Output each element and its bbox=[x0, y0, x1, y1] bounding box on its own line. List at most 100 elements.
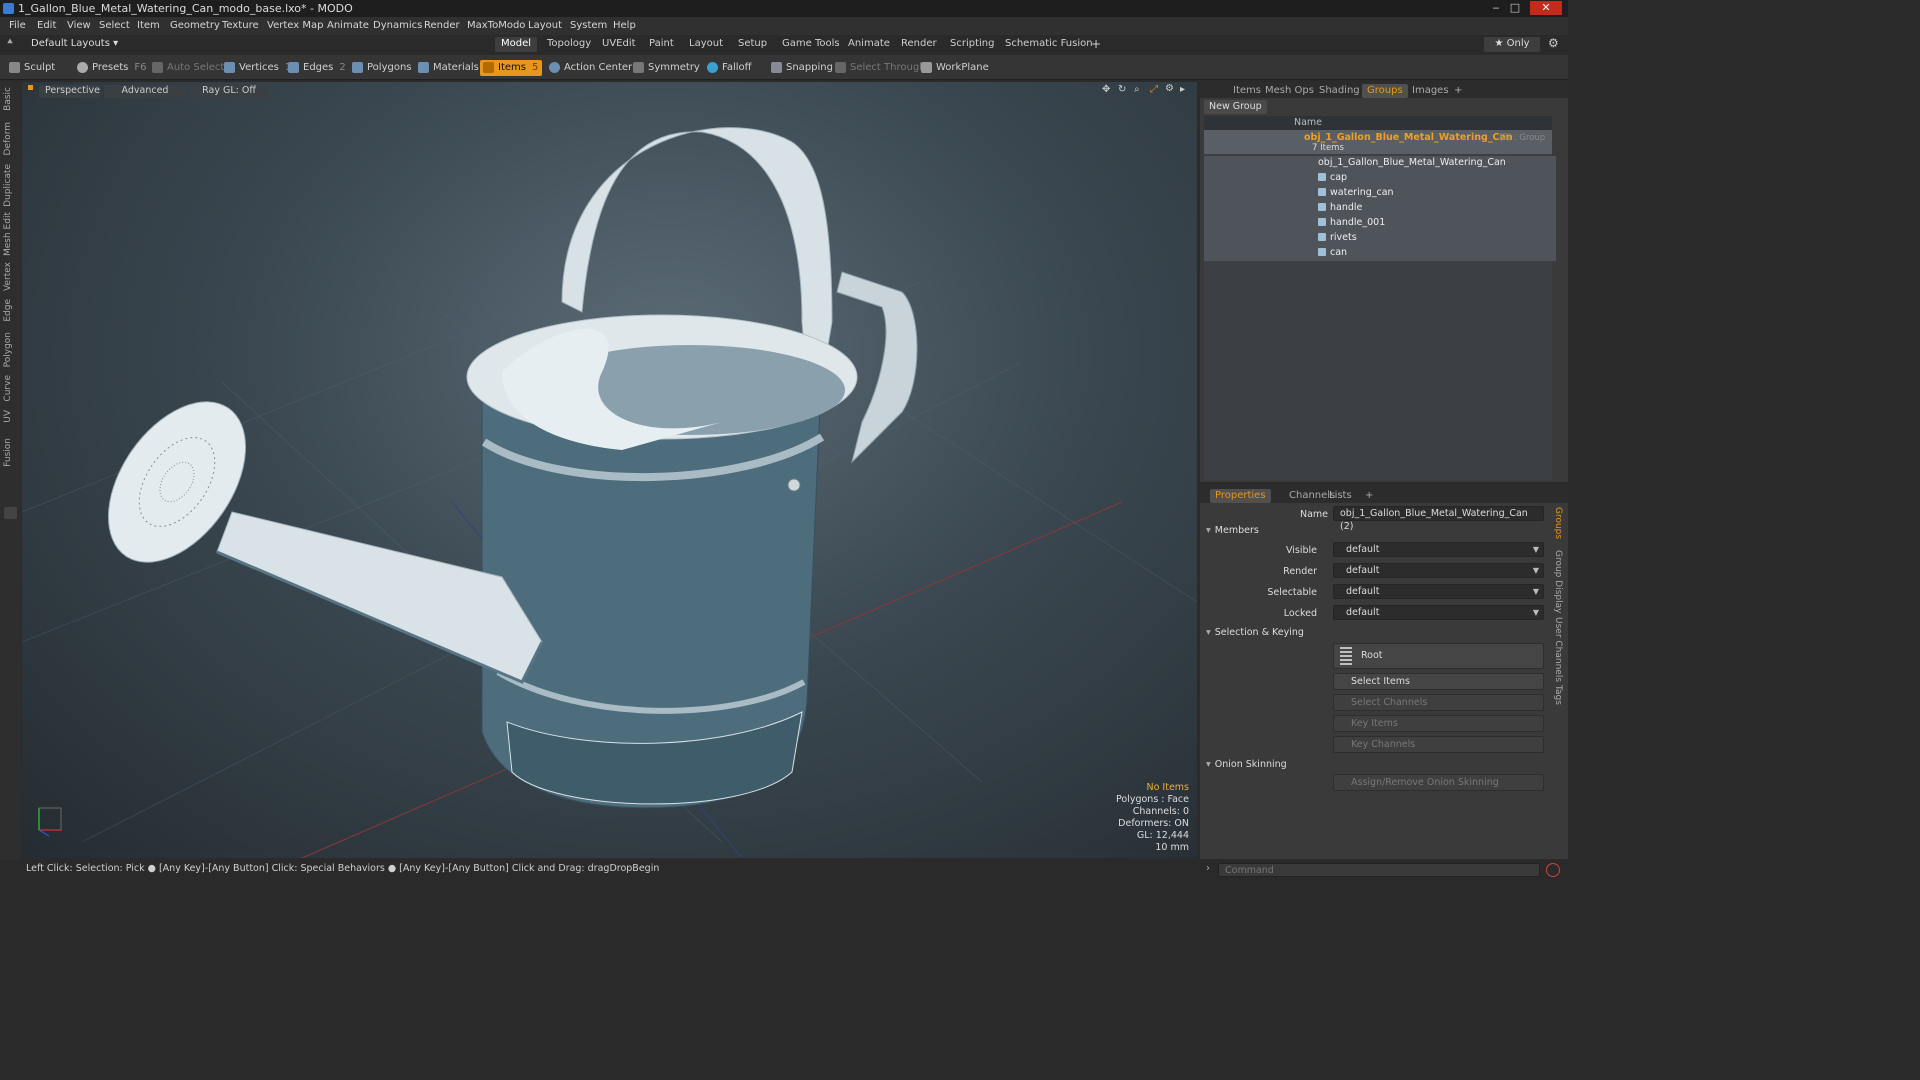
menu-item[interactable]: Item bbox=[137, 20, 160, 31]
vtab-basic[interactable]: Basic bbox=[3, 87, 17, 111]
sidetab-tags[interactable]: Tags bbox=[1549, 685, 1563, 705]
record-icon[interactable] bbox=[1546, 863, 1560, 877]
shading-advanced-dropdown[interactable]: Advanced bbox=[104, 85, 186, 98]
items-button[interactable]: Items 5 bbox=[480, 60, 542, 76]
menu-layout[interactable]: Layout bbox=[528, 20, 562, 31]
vtab-duplicate[interactable]: Duplicate bbox=[3, 164, 17, 207]
menu-maxtomodo[interactable]: MaxToModo bbox=[467, 20, 525, 31]
tab-game-tools[interactable]: Game Tools bbox=[776, 37, 846, 52]
tab-images[interactable]: Images bbox=[1407, 84, 1454, 98]
viewport-expand-icon[interactable]: ▸ bbox=[1180, 84, 1185, 95]
layout-pin-icon[interactable]: ⯅ bbox=[6, 37, 14, 48]
tree-item[interactable]: rivets bbox=[1204, 231, 1556, 246]
vtab-fusion[interactable]: Fusion bbox=[3, 438, 17, 467]
root-button[interactable]: Root bbox=[1333, 643, 1544, 669]
sculpt-button[interactable]: Sculpt bbox=[6, 60, 59, 76]
command-input[interactable] bbox=[1218, 863, 1540, 877]
sidetab-groups[interactable]: Groups bbox=[1549, 507, 1563, 539]
menu-file[interactable]: File bbox=[9, 20, 26, 31]
symmetry-button[interactable]: Symmetry bbox=[630, 60, 704, 76]
tree-item[interactable]: obj_1_Gallon_Blue_Metal_Watering_Can bbox=[1204, 156, 1556, 171]
render-dropdown[interactable]: default ▼ bbox=[1333, 563, 1544, 578]
zoom-icon[interactable]: ⌕ bbox=[1134, 84, 1140, 95]
tab-schematic-fusion[interactable]: Schematic Fusion bbox=[999, 37, 1099, 52]
tab-topology[interactable]: Topology bbox=[541, 37, 597, 52]
viewport-menu-icon[interactable] bbox=[28, 85, 33, 90]
tab-groups[interactable]: Groups bbox=[1362, 84, 1408, 98]
tree-item[interactable]: handle bbox=[1204, 201, 1556, 216]
selectable-dropdown[interactable]: default ▼ bbox=[1333, 584, 1544, 599]
menu-geometry[interactable]: Geometry bbox=[170, 20, 220, 31]
tab-render[interactable]: Render bbox=[895, 37, 943, 52]
action-center-button[interactable]: Action Center bbox=[546, 60, 636, 76]
menu-help[interactable]: Help bbox=[613, 20, 636, 31]
members-section[interactable]: Members bbox=[1206, 525, 1259, 536]
tab-uvedit[interactable]: UVEdit bbox=[596, 37, 642, 52]
menu-edit[interactable]: Edit bbox=[37, 20, 56, 31]
gear-icon[interactable]: ⚙ bbox=[1548, 36, 1559, 50]
menu-vertex-map[interactable]: Vertex Map bbox=[267, 20, 323, 31]
vtab-curve[interactable]: Curve bbox=[3, 375, 17, 402]
tab-paint[interactable]: Paint bbox=[643, 37, 680, 52]
edges-button[interactable]: Edges 2 bbox=[285, 60, 350, 76]
minimize-button[interactable]: ‒ bbox=[1487, 1, 1505, 15]
onion-skinning-section[interactable]: Onion Skinning bbox=[1206, 759, 1287, 770]
rotate-icon[interactable]: ↻ bbox=[1118, 84, 1126, 95]
vtab-vertex[interactable]: Vertex bbox=[3, 262, 17, 291]
vtab-uv[interactable]: UV bbox=[3, 410, 17, 423]
viewport-settings-icon[interactable]: ⚙ bbox=[1165, 83, 1174, 94]
only-toggle[interactable]: ★ Only bbox=[1484, 37, 1540, 52]
tab-scripting[interactable]: Scripting bbox=[944, 37, 1000, 52]
menu-texture[interactable]: Texture bbox=[222, 20, 259, 31]
assign-onion-skinning-button[interactable]: Assign/Remove Onion Skinning bbox=[1333, 774, 1544, 791]
tab-layout[interactable]: Layout bbox=[683, 37, 729, 52]
select-channels-button[interactable]: Select Channels bbox=[1333, 694, 1544, 711]
select-through-button[interactable]: Select Through bbox=[832, 60, 930, 76]
new-group-button[interactable]: New Group bbox=[1204, 100, 1267, 114]
menu-animate[interactable]: Animate bbox=[327, 20, 369, 31]
menu-select[interactable]: Select bbox=[99, 20, 130, 31]
tree-item[interactable]: handle_001 bbox=[1204, 216, 1556, 231]
sidetab-group-display[interactable]: Group Display bbox=[1549, 550, 1563, 613]
3d-viewport[interactable]: Perspective Advanced Ray GL: Off ✥ ↻ ⌕ ⤢… bbox=[22, 82, 1197, 858]
tree-item[interactable]: cap bbox=[1204, 171, 1556, 186]
sidetab-user-channels[interactable]: User Channels bbox=[1549, 617, 1563, 682]
falloff-button[interactable]: Falloff bbox=[704, 60, 756, 76]
vtab-mesh-edit[interactable]: Mesh Edit bbox=[3, 212, 17, 256]
workplane-button[interactable]: WorkPlane bbox=[918, 60, 993, 76]
add-properties-tab[interactable]: + bbox=[1360, 489, 1378, 503]
menu-system[interactable]: System bbox=[570, 20, 607, 31]
add-tab-button[interactable]: + bbox=[1085, 37, 1107, 52]
name-field[interactable]: obj_1_Gallon_Blue_Metal_Watering_Can (2) bbox=[1333, 506, 1544, 532]
maximize-button[interactable]: □ bbox=[1506, 1, 1524, 15]
selection-keying-section[interactable]: Selection & Keying bbox=[1206, 627, 1304, 638]
locked-dropdown[interactable]: default ▼ bbox=[1333, 605, 1544, 620]
pan-icon[interactable]: ✥ bbox=[1102, 84, 1110, 95]
menu-dynamics[interactable]: Dynamics bbox=[373, 20, 422, 31]
key-channels-button[interactable]: Key Channels bbox=[1333, 736, 1544, 753]
select-items-button[interactable]: Select Items bbox=[1333, 673, 1544, 690]
key-items-button[interactable]: Key Items bbox=[1333, 715, 1544, 732]
polygons-button[interactable]: Polygons bbox=[349, 60, 416, 76]
tab-lists[interactable]: Lists bbox=[1324, 489, 1357, 503]
default-layouts-dropdown[interactable]: Default Layouts ▾ bbox=[31, 38, 118, 49]
root-group-row[interactable]: obj_1_Gallon_Blue_Metal_Watering_Can (2)… bbox=[1204, 130, 1552, 154]
tree-item[interactable]: can bbox=[1204, 246, 1556, 261]
materials-button[interactable]: Materials bbox=[415, 60, 483, 76]
close-button[interactable]: ✕ bbox=[1530, 1, 1562, 15]
raygl-toggle[interactable]: Ray GL: Off bbox=[189, 85, 269, 98]
tree-item[interactable]: watering_can bbox=[1204, 186, 1556, 201]
presets-button[interactable]: Presets F6 bbox=[74, 60, 151, 76]
fit-view-icon[interactable]: ⤢ bbox=[1150, 84, 1158, 95]
view-perspective-dropdown[interactable]: Perspective bbox=[39, 85, 101, 98]
vtab-polygon[interactable]: Polygon bbox=[3, 332, 17, 367]
menu-view[interactable]: View bbox=[67, 20, 91, 31]
tab-properties[interactable]: Properties bbox=[1210, 489, 1271, 503]
vtab-edge[interactable]: Edge bbox=[3, 299, 17, 322]
tab-animate[interactable]: Animate bbox=[842, 37, 896, 52]
tab-shading[interactable]: Shading bbox=[1314, 84, 1365, 98]
visible-dropdown[interactable]: default ▼ bbox=[1333, 542, 1544, 557]
vtab-deform[interactable]: Deform bbox=[3, 122, 17, 155]
tab-mesh-ops[interactable]: Mesh Ops bbox=[1260, 84, 1319, 98]
add-panel-tab[interactable]: + bbox=[1449, 84, 1467, 98]
